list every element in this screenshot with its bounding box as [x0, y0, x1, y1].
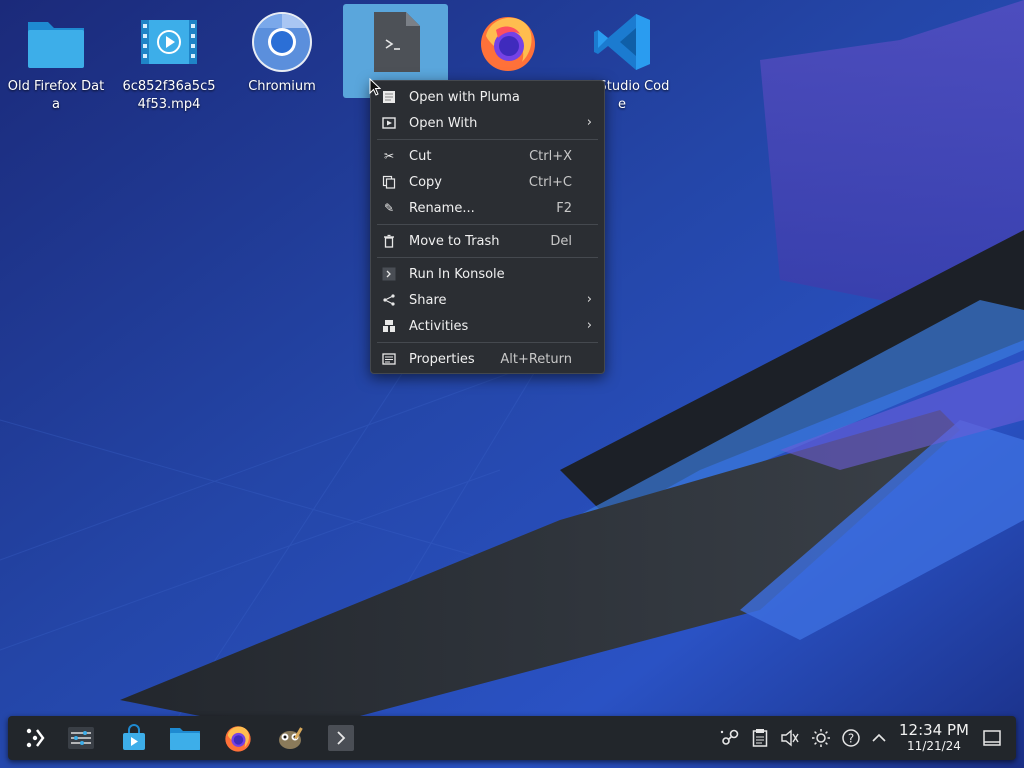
- submenu-arrow-icon: ›: [586, 115, 592, 130]
- desktop-icon-label: Chromium: [248, 79, 316, 94]
- desktop-icon-old-firefox-data[interactable]: Old Firefox Data: [6, 4, 106, 114]
- digital-clock[interactable]: 12:34 PM 11/21/24: [896, 721, 972, 753]
- menu-item-rename[interactable]: ✎ Rename... F2: [371, 195, 604, 221]
- menu-separator: [377, 257, 598, 258]
- menu-item-activities[interactable]: Activities ›: [371, 313, 604, 339]
- tray-expand-icon[interactable]: [868, 726, 890, 750]
- menu-item-share[interactable]: Share ›: [371, 287, 604, 313]
- properties-icon: [381, 351, 397, 367]
- terminal-icon: [381, 266, 397, 282]
- chromium-icon: [250, 10, 314, 74]
- clock-date: 11/21/24: [907, 739, 961, 753]
- desktop-icon-label: Old Firefox Data: [7, 79, 105, 112]
- menu-item-cut[interactable]: ✂ Cut Ctrl+X: [371, 143, 604, 169]
- steam-icon[interactable]: [719, 726, 741, 750]
- vscode-icon: [590, 10, 654, 74]
- scissors-icon: ✂: [383, 149, 395, 163]
- desktop-icon-video-file[interactable]: 6c852f36a5c54f53.mp4: [119, 4, 219, 114]
- system-settings-icon[interactable]: [64, 722, 98, 754]
- menu-item-run-in-konsole[interactable]: Run In Konsole: [371, 261, 604, 287]
- menu-item-move-to-trash[interactable]: Move to Trash Del: [371, 228, 604, 254]
- desktop-icon-label: 6c852f36a5c54f53.mp4: [122, 79, 216, 112]
- shortcut-label: Alt+Return: [500, 351, 572, 367]
- svg-text:?: ?: [848, 732, 854, 746]
- share-icon: [381, 292, 397, 308]
- menu-item-open-with[interactable]: Open With ›: [371, 110, 604, 136]
- konsole-icon[interactable]: [324, 722, 358, 754]
- menu-item-copy[interactable]: Copy Ctrl+C: [371, 169, 604, 195]
- brightness-icon[interactable]: [810, 726, 832, 750]
- menu-item-open-with-pluma[interactable]: Open with Pluma: [371, 84, 604, 110]
- menu-separator: [377, 224, 598, 225]
- file-manager-icon[interactable]: [168, 722, 202, 754]
- taskbar: ? 12:34 PM 11/21/24: [8, 716, 1016, 760]
- gimp-icon[interactable]: [273, 722, 307, 754]
- menu-item-properties[interactable]: Properties Alt+Return: [371, 346, 604, 372]
- trash-icon: [381, 233, 397, 249]
- activities-icon: [381, 318, 397, 334]
- application-launcher-icon[interactable]: [18, 722, 52, 754]
- submenu-arrow-icon: ›: [586, 292, 592, 307]
- desktop-icon-chromium[interactable]: Chromium: [232, 4, 332, 96]
- firefox-icon: [476, 10, 540, 74]
- shortcut-label: Ctrl+X: [529, 148, 572, 164]
- desktop-icon-firefox[interactable]: [458, 4, 558, 78]
- discover-store-icon[interactable]: [117, 722, 151, 754]
- firefox-icon[interactable]: [221, 722, 255, 754]
- submenu-arrow-icon: ›: [586, 318, 592, 333]
- mouse-cursor-icon: [369, 77, 382, 100]
- folder-icon: [24, 10, 88, 74]
- clipboard-icon[interactable]: [749, 726, 771, 750]
- menu-separator: [377, 342, 598, 343]
- video-file-icon: [137, 10, 201, 74]
- menu-separator: [377, 139, 598, 140]
- shortcut-label: Del: [550, 233, 572, 249]
- pluma-icon: [381, 89, 397, 105]
- pencil-icon: ✎: [383, 201, 395, 215]
- open-with-icon: [381, 115, 397, 131]
- volume-muted-icon[interactable]: [779, 726, 801, 750]
- help-icon[interactable]: ?: [840, 726, 862, 750]
- shortcut-label: Ctrl+C: [528, 174, 572, 190]
- script-file-icon: [364, 10, 428, 74]
- copy-icon: [381, 174, 397, 190]
- context-menu: Open with Pluma Open With › ✂ Cut Ctrl+X…: [370, 80, 605, 374]
- clock-time: 12:34 PM: [899, 721, 969, 739]
- shortcut-label: F2: [556, 200, 572, 216]
- show-desktop-icon[interactable]: [981, 726, 1003, 750]
